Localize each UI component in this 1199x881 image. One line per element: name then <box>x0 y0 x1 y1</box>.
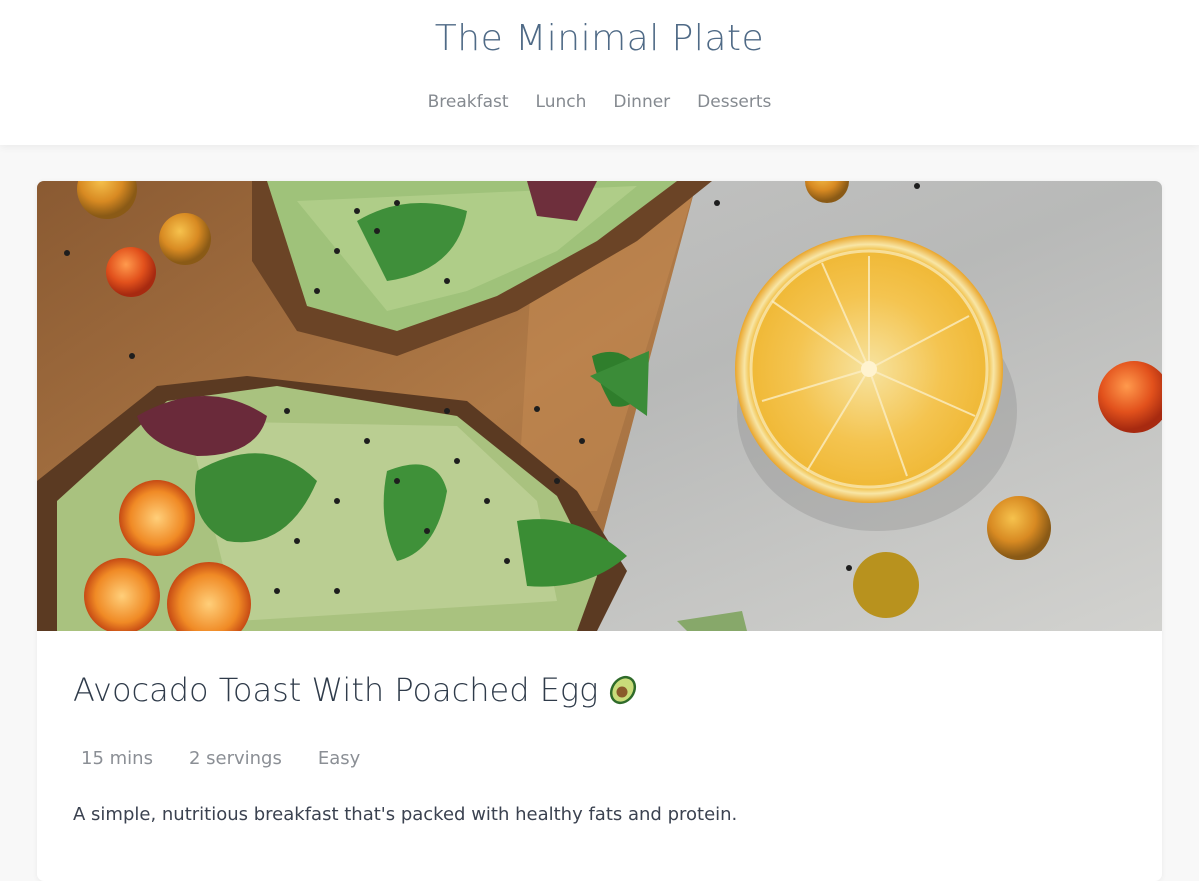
meta-time: 15 mins <box>81 748 153 769</box>
recipe-title-text: Avocado Toast With Poached Egg <box>73 671 599 709</box>
meta-difficulty: Easy <box>317 748 361 769</box>
recipe-title: Avocado Toast With Poached Egg <box>73 671 640 709</box>
recipe-card: Avocado Toast With Poached Egg 15 mins 2… <box>37 181 1162 881</box>
nav-breakfast[interactable]: Breakfast <box>428 92 509 112</box>
recipe-hero-image[interactable] <box>37 181 1162 631</box>
recipe-meta: 15 mins 2 servings Easy <box>81 748 360 769</box>
nav-lunch[interactable]: Lunch <box>536 92 587 112</box>
site-title[interactable]: The Minimal Plate <box>0 18 1199 59</box>
nav-dinner[interactable]: Dinner <box>613 92 670 112</box>
avocado-emoji-icon <box>610 675 637 705</box>
recipe-description: A simple, nutritious breakfast that's pa… <box>73 804 738 825</box>
site-header: The Minimal Plate Breakfast Lunch Dinner… <box>0 0 1199 145</box>
nav-desserts[interactable]: Desserts <box>697 92 771 112</box>
meta-servings: 2 servings <box>188 748 282 769</box>
main-nav: Breakfast Lunch Dinner Desserts <box>0 92 1199 112</box>
